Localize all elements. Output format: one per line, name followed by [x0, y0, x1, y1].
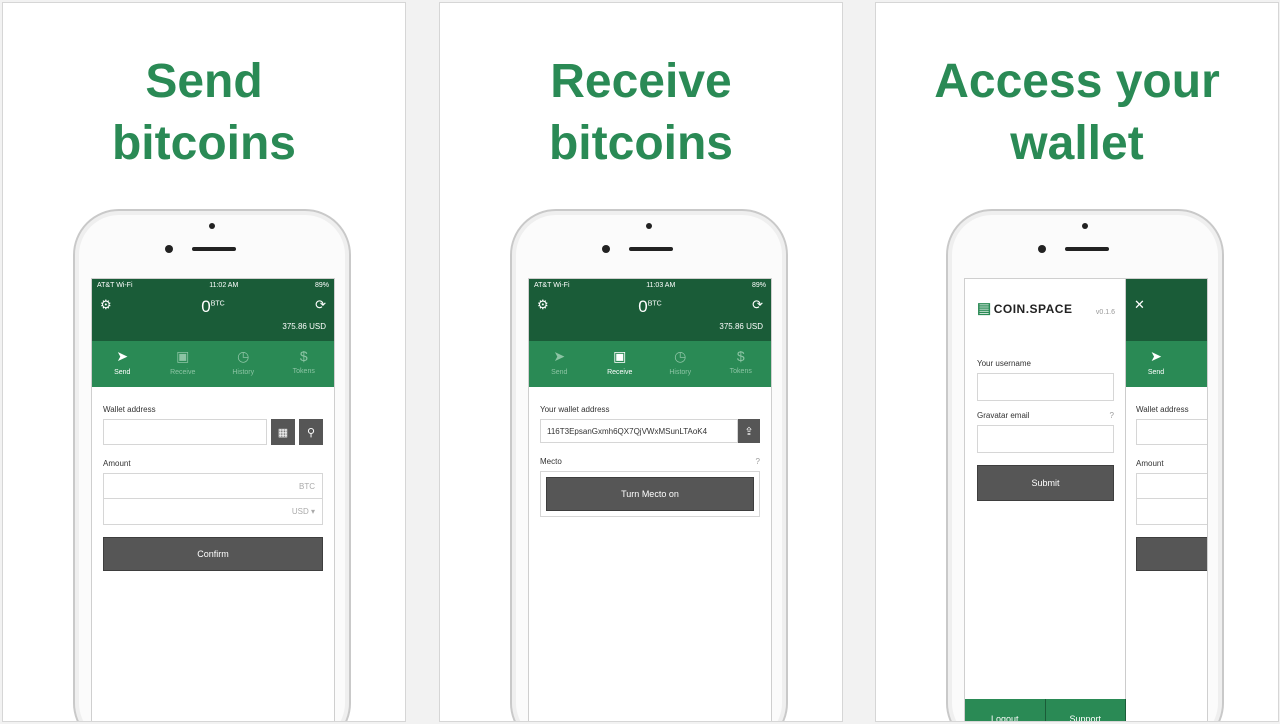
confirm-button[interactable]: [1136, 537, 1207, 571]
speaker: [1065, 247, 1109, 251]
clock-icon: ◷: [237, 348, 250, 364]
phone-frame: AT&T Wi-Fi 11:02 AM 89% ⚙ 0BTC ⟳ 375.86 …: [73, 209, 351, 721]
wallet-address-input[interactable]: [103, 419, 267, 445]
btc-amount-input[interactable]: [1136, 473, 1207, 499]
wallet-address-value[interactable]: 116T3EpsanGxmh6QX7QjVWxMSunLTAoK4: [540, 419, 738, 443]
tab-send[interactable]: ➤ Send: [529, 341, 590, 387]
app-screen: AT&T Wi-Fi 11:02 AM 89% ⚙ 0BTC ⟳ 375.86 …: [91, 278, 335, 721]
sensor: [209, 223, 215, 229]
status-bar: AT&T Wi-Fi 11:02 AM 89%: [92, 279, 334, 291]
send-icon: ➤: [553, 348, 566, 364]
speaker: [192, 247, 236, 251]
refresh-icon[interactable]: ⟳: [752, 297, 763, 313]
support-button[interactable]: Support: [1046, 699, 1126, 721]
tab-receive[interactable]: ▣ Receive: [590, 341, 651, 387]
tab-send[interactable]: ➤ Send: [1126, 341, 1186, 387]
balance: 0BTC: [201, 297, 225, 316]
menu-footer: Logout Support: [965, 699, 1126, 721]
close-icon[interactable]: ✕: [1134, 297, 1145, 313]
clock-icon: ◷: [674, 348, 687, 364]
btc-amount-input[interactable]: BTC: [103, 473, 323, 499]
username-label: Your username: [977, 359, 1031, 368]
coin-space-logo: ▤ COIN.SPACE: [977, 300, 1073, 317]
camera: [165, 245, 173, 253]
submit-button[interactable]: Submit: [977, 465, 1114, 501]
help-icon: ?: [755, 457, 760, 466]
mecto-box: Turn Mecto on: [540, 471, 760, 517]
camera: [602, 245, 610, 253]
access-panel: Access your wallet 89% ✕ ➤Send Wallet ad…: [875, 2, 1279, 722]
usd-balance: 375.86 USD: [282, 322, 326, 331]
wallet-header: ✕: [1126, 291, 1207, 341]
tab-send[interactable]: ➤ Send: [92, 341, 153, 387]
wallet-address-input[interactable]: [1136, 419, 1207, 445]
status-bar: 89%: [1126, 279, 1207, 291]
background-wallet-view: 89% ✕ ➤Send Wallet address Amount: [1126, 279, 1207, 721]
dollar-icon: $: [736, 348, 745, 364]
camera: [1038, 245, 1046, 253]
amount-label: Amount: [1136, 459, 1164, 468]
app-screen: AT&T Wi-Fi 11:03 AM 89% ⚙ 0BTC ⟳ 375.86 …: [528, 278, 772, 721]
tab-receive[interactable]: ▣ Receive: [153, 341, 214, 387]
confirm-button[interactable]: Confirm: [103, 537, 323, 571]
send-icon: ➤: [1150, 348, 1162, 364]
tab-bar: ➤ Send ▣ Receive ◷ History $ Tokens: [92, 341, 334, 387]
wallet-address-label: Wallet address: [1136, 405, 1189, 414]
headline: Access your wallet: [934, 55, 1220, 170]
sensor: [1082, 223, 1088, 229]
gravatar-email-input[interactable]: [977, 425, 1114, 453]
wallet-address-label: Your wallet address: [540, 405, 610, 414]
wallet-header: ⚙ 0BTC ⟳ 375.86 USD: [92, 291, 334, 341]
tab-bar: ➤ Send: [1126, 341, 1207, 387]
turn-mecto-on-button[interactable]: Turn Mecto on: [546, 477, 754, 511]
location-pin-icon[interactable]: ⚲: [299, 419, 323, 445]
tab-bar: ➤ Send ▣ Receive ◷ History $ Tokens: [529, 341, 771, 387]
wallet-icon: ▤: [977, 300, 992, 317]
refresh-icon[interactable]: ⟳: [315, 297, 326, 313]
sensor: [646, 223, 652, 229]
username-field-group: Your username Gravatar email? Submit: [977, 351, 1114, 501]
help-icon: ?: [1109, 411, 1114, 420]
receive-form: Your wallet address 116T3EpsanGxmh6QX7Qj…: [529, 387, 771, 527]
usd-balance: 375.86 USD: [719, 322, 763, 331]
mecto-label: Mecto?: [540, 457, 760, 466]
qr-code-icon[interactable]: ▦: [271, 419, 295, 445]
wallet-header: ⚙ 0BTC ⟳ 375.86 USD: [529, 291, 771, 341]
balance: 0BTC: [638, 297, 662, 316]
receive-panel: Receive bitcoins AT&T Wi-Fi 11:03 AM 89%…: [439, 2, 843, 722]
gravatar-label: Gravatar email?: [977, 411, 1114, 420]
phone-frame: AT&T Wi-Fi 11:03 AM 89% ⚙ 0BTC ⟳ 375.86 …: [510, 209, 788, 721]
tab-history[interactable]: ◷ History: [213, 341, 274, 387]
logout-button[interactable]: Logout: [965, 699, 1046, 721]
tab-tokens[interactable]: $ Tokens: [274, 341, 335, 387]
version-label: v0.1.6: [1095, 309, 1115, 316]
send-icon: ➤: [116, 348, 129, 364]
tab-tokens[interactable]: $ Tokens: [711, 341, 772, 387]
headline: Send bitcoins: [111, 55, 296, 170]
dollar-icon: $: [299, 348, 308, 364]
amount-label: Amount: [103, 459, 131, 468]
app-screen: 89% ✕ ➤Send Wallet address Amount ▤COIN.…: [964, 278, 1208, 721]
inbox-icon: ▣: [613, 348, 627, 364]
phone-frame: 89% ✕ ➤Send Wallet address Amount ▤COIN.…: [946, 209, 1224, 721]
username-input[interactable]: [977, 373, 1114, 401]
send-form: Wallet address ▦ ⚲ Amount BTC USD ▾ Conf…: [92, 387, 334, 581]
tab-history[interactable]: ◷ History: [650, 341, 711, 387]
usd-amount-input[interactable]: [1136, 499, 1207, 525]
usd-amount-input[interactable]: USD ▾: [103, 499, 323, 525]
share-icon[interactable]: ⇪: [738, 419, 760, 443]
send-panel: Send bitcoins AT&T Wi-Fi 11:02 AM 89% ⚙ …: [2, 2, 406, 722]
speaker: [629, 247, 673, 251]
side-menu: ▤ COIN.SPACE v0.1.6 Your username Gravata…: [965, 279, 1126, 721]
status-bar: AT&T Wi-Fi 11:03 AM 89%: [529, 279, 771, 291]
wallet-address-label: Wallet address: [103, 405, 156, 414]
headline: Receive bitcoins: [548, 55, 733, 170]
inbox-icon: ▣: [176, 348, 190, 364]
